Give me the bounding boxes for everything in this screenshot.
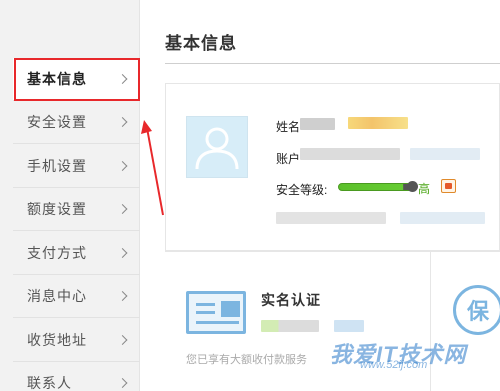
realname-card-title: 实名认证: [261, 292, 321, 308]
sidebar-item-payment-methods[interactable]: 支付方式: [13, 232, 140, 275]
security-progress-bar: [338, 183, 415, 191]
name-value-redacted: [300, 118, 335, 130]
account-extra-redacted: [410, 148, 480, 160]
sidebar-item-message-center[interactable]: 消息中心: [13, 275, 140, 318]
account-value-redacted: [300, 148, 400, 160]
realname-note: 您已享有大额收付款服务: [186, 354, 307, 366]
insurance-icon[interactable]: 保: [453, 285, 500, 335]
chevron-right-icon: [117, 204, 128, 214]
sidebar-item-phone-settings[interactable]: 手机设置: [13, 145, 140, 188]
security-level-value: 高: [418, 182, 431, 196]
sidebar-nav: 基本信息 安全设置 手机设置 额度设置 支付方式 消息中心 收货地址 联系人: [0, 0, 140, 391]
chevron-right-icon: [117, 161, 128, 171]
security-level-label: 安全等级:: [276, 183, 328, 197]
card-divider: [165, 251, 500, 252]
name-tag-redacted: [348, 117, 408, 129]
realname-status-redacted: [261, 320, 319, 332]
account-label: 账户: [276, 152, 301, 166]
sidebar-item-label: 支付方式: [27, 245, 87, 261]
security-badge-icon[interactable]: [441, 179, 456, 193]
sidebar-item-security-settings[interactable]: 安全设置: [13, 101, 140, 144]
sidebar-item-label: 手机设置: [27, 158, 87, 174]
chevron-right-icon: [117, 378, 128, 388]
watermark-url: www.52ij.com: [360, 359, 428, 371]
sidebar-item-label: 收货地址: [27, 332, 87, 348]
id-card-icon: [186, 291, 246, 334]
sidebar-item-contacts[interactable]: 联系人: [13, 362, 140, 391]
chevron-right-icon: [117, 248, 128, 258]
card-separator: [430, 252, 431, 391]
extra-info-redacted: [276, 212, 386, 224]
chevron-right-icon: [117, 291, 128, 301]
sidebar-item-shipping-address[interactable]: 收货地址: [13, 319, 140, 362]
realname-link-redacted: [334, 320, 364, 332]
user-avatar: [186, 116, 248, 178]
name-label: 姓名: [276, 120, 301, 134]
sidebar-item-limit-settings[interactable]: 额度设置: [13, 188, 140, 231]
chevron-right-icon: [117, 335, 128, 345]
sidebar-item-label: 安全设置: [27, 114, 87, 130]
extra-link-redacted: [400, 212, 485, 224]
sidebar-item-label: 消息中心: [27, 288, 87, 304]
page-title: 基本信息: [165, 34, 237, 53]
sidebar-item-label: 额度设置: [27, 201, 87, 217]
user-silhouette-icon: [195, 127, 239, 170]
sidebar-item-label: 联系人: [27, 375, 72, 391]
highlight-annotation-box: [14, 58, 140, 101]
chevron-right-icon: [117, 117, 128, 127]
title-divider: [165, 63, 500, 64]
security-progress-knob: [407, 181, 418, 192]
